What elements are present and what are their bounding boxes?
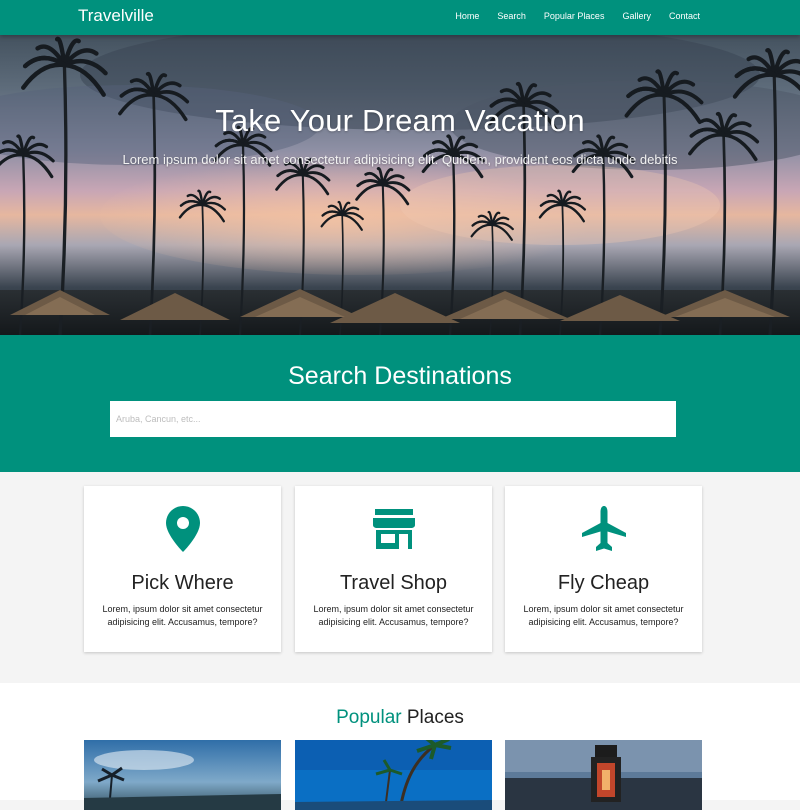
nav-link-home[interactable]: Home bbox=[455, 11, 479, 21]
feature-title: Travel Shop bbox=[339, 572, 448, 594]
plane-icon bbox=[505, 506, 702, 554]
feature-title: Fly Cheap bbox=[557, 572, 650, 594]
map-marker-icon bbox=[84, 506, 281, 554]
hero-title: Take Your Dream Vacation bbox=[215, 103, 585, 138]
nav-link-gallery[interactable]: Gallery bbox=[622, 11, 651, 21]
hero-section: Take Your Dream Vacation Lorem ipsum dol… bbox=[0, 35, 800, 335]
nav-links: Home Search Popular Places Gallery Conta… bbox=[455, 11, 700, 21]
feature-title: Pick Where bbox=[131, 572, 234, 594]
search-title: Search Destinations bbox=[288, 362, 512, 390]
nav-link-popular-places[interactable]: Popular Places bbox=[544, 11, 605, 21]
feature-text: Lorem, ipsum dolor sit amet consectetur … bbox=[102, 604, 263, 627]
popular-places-title: Popular Places bbox=[0, 707, 800, 729]
search-input[interactable] bbox=[110, 401, 676, 437]
feature-card-fly-cheap: Fly Cheap Lorem, ipsum dolor sit amet co… bbox=[505, 486, 702, 652]
popular-title-accent: Popular bbox=[336, 707, 402, 728]
hero-background-image bbox=[0, 35, 800, 335]
popular-places-section: Popular Places bbox=[0, 683, 800, 810]
feature-text: Lorem, ipsum dolor sit amet consectetur … bbox=[523, 604, 684, 627]
brand-logo[interactable]: Travelville bbox=[78, 6, 154, 26]
features-section: Pick Where Lorem, ipsum dolor sit amet c… bbox=[0, 472, 800, 683]
store-icon bbox=[295, 506, 492, 554]
feature-card-travel-shop: Travel Shop Lorem, ipsum dolor sit amet … bbox=[295, 486, 492, 652]
hero-subtitle: Lorem ipsum dolor sit amet consectetur a… bbox=[122, 152, 678, 167]
nav-link-search[interactable]: Search bbox=[497, 11, 526, 21]
nav-link-contact[interactable]: Contact bbox=[669, 11, 700, 21]
navbar: Travelville Home Search Popular Places G… bbox=[0, 0, 800, 35]
popular-title-rest: Places bbox=[401, 707, 464, 728]
feature-text: Lorem, ipsum dolor sit amet consectetur … bbox=[313, 604, 474, 627]
feature-card-pick-where: Pick Where Lorem, ipsum dolor sit amet c… bbox=[84, 486, 281, 652]
search-section: Search Destinations bbox=[0, 335, 800, 472]
